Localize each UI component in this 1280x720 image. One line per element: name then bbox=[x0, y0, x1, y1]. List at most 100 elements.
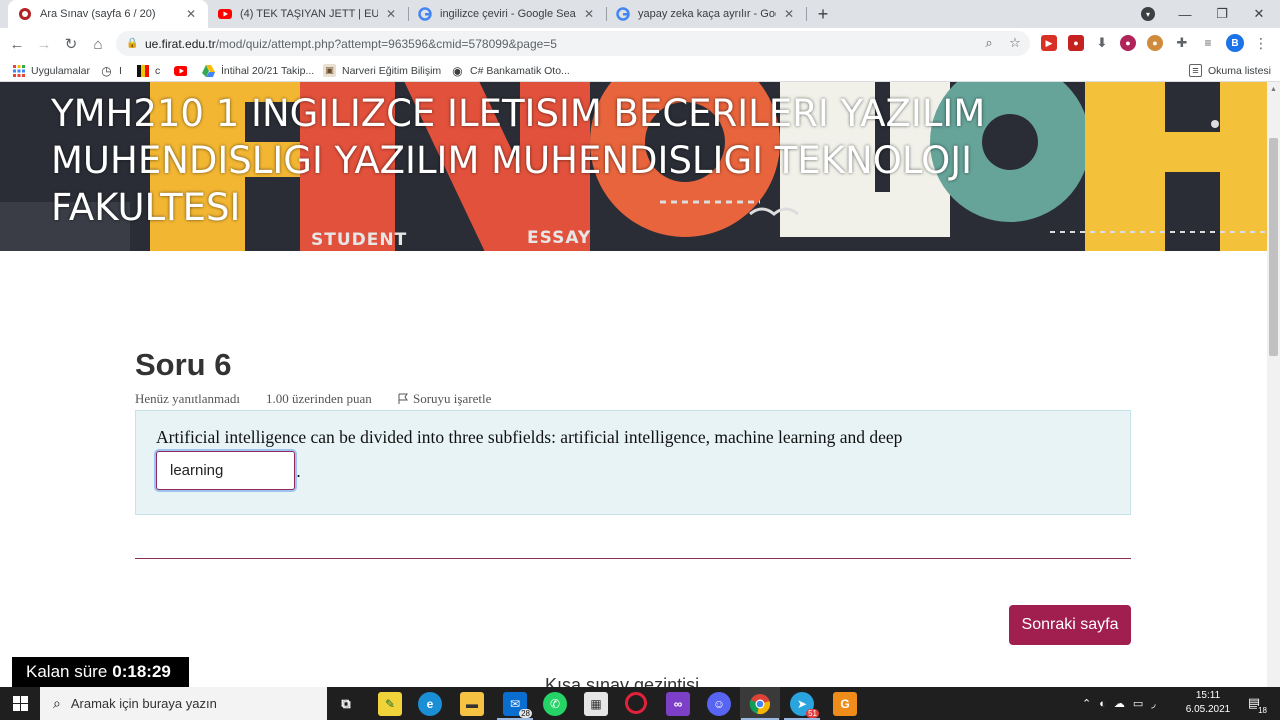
bookmark-label: I bbox=[119, 64, 122, 77]
course-title: YMH210 1 INGILIZCE ILETISIM BECERILERI Y… bbox=[51, 92, 986, 229]
scroll-up-icon[interactable]: ▲ bbox=[1267, 82, 1280, 96]
minimize-icon[interactable]: — bbox=[1167, 0, 1203, 28]
new-tab-icon[interactable]: + bbox=[813, 4, 833, 24]
reading-list-label: Okuma listesi bbox=[1208, 64, 1272, 77]
url-path: /mod/quiz/attempt.php?attempt=963596&cmi… bbox=[215, 36, 557, 51]
bookmark-label: Uygulamalar bbox=[31, 64, 90, 77]
banner-word-essay: ESSAY bbox=[527, 228, 592, 248]
reload-icon[interactable]: ↻ bbox=[60, 33, 82, 55]
whatsapp-icon[interactable]: ✆ bbox=[543, 692, 567, 716]
extension-cookie-icon[interactable]: ● bbox=[1147, 35, 1163, 51]
close-icon[interactable]: ✕ bbox=[582, 7, 596, 21]
bookmark-star-icon[interactable]: ☆ bbox=[1006, 34, 1024, 52]
bookmark-c[interactable]: c bbox=[136, 62, 160, 79]
task-view-icon[interactable]: ⧉ bbox=[334, 692, 358, 716]
clock-time: 15:11 bbox=[1195, 690, 1221, 701]
bookmark-narveri[interactable]: ▣ Narveri Eğitim Bilişim bbox=[323, 62, 441, 79]
question-title: Soru 6 bbox=[135, 347, 232, 382]
bookmark-label: C# Bankamatik Oto... bbox=[470, 64, 570, 77]
bookmark-apps[interactable]: Uygulamalar bbox=[12, 62, 90, 79]
mail-badge: 28 bbox=[519, 709, 532, 718]
zoom-icon[interactable]: ⌕ bbox=[980, 34, 998, 52]
flag-question-link[interactable]: Soruyu işaretle bbox=[398, 391, 491, 407]
apps-grid-icon bbox=[12, 64, 25, 77]
profile-avatar[interactable]: B bbox=[1226, 34, 1244, 52]
tab-google-ai[interactable]: yapay zeka kaça ayrılır - Google S ✕ bbox=[606, 0, 806, 28]
banner-word-student: STUDENT bbox=[311, 230, 408, 250]
page-content: STUDENT ESSAY YMH210 1 INGILIZCE ILETISI… bbox=[0, 82, 1267, 687]
store-icon[interactable]: ▦ bbox=[584, 692, 608, 716]
extension-record-icon[interactable]: ▶ bbox=[1041, 35, 1057, 51]
extension-shield-icon[interactable]: ● bbox=[1120, 35, 1136, 51]
visual-studio-icon[interactable]: ∞ bbox=[666, 692, 690, 716]
tab-google-translate[interactable]: ingilizce çeviri - Google Search ✕ bbox=[408, 0, 606, 28]
wifi-icon[interactable]: ◞ bbox=[1151, 697, 1155, 710]
address-bar[interactable]: 🔒 ue.firat.edu.tr/mod/quiz/attempt.php?a… bbox=[116, 31, 1030, 56]
file-explorer-icon[interactable]: ▬ bbox=[460, 692, 484, 716]
url-host: ue.firat.edu.tr bbox=[145, 36, 216, 51]
reading-list-icon: ≡ bbox=[1189, 64, 1202, 77]
next-page-button[interactable]: Sonraki sayfa bbox=[1009, 605, 1131, 645]
close-icon[interactable]: ✕ bbox=[184, 7, 198, 21]
download-icon[interactable]: ⬇ bbox=[1094, 35, 1110, 51]
window-close-icon[interactable]: ✕ bbox=[1241, 0, 1277, 28]
taskbar-search-placeholder: Aramak için buraya yazın bbox=[70, 696, 217, 711]
youtube-icon bbox=[174, 64, 187, 77]
youtube-icon bbox=[218, 7, 232, 21]
steam-icon[interactable]: ◐ bbox=[1099, 698, 1106, 710]
reading-mode-icon[interactable]: ≡ bbox=[1200, 35, 1216, 51]
battery-icon[interactable]: ▭ bbox=[1133, 697, 1143, 710]
restore-icon[interactable]: ❐ bbox=[1204, 0, 1240, 28]
notification-center-icon[interactable]: ▤ 18 bbox=[1244, 694, 1268, 715]
opera-icon[interactable] bbox=[625, 692, 647, 714]
tab-youtube[interactable]: (4) TEK TAŞIYAN JETT | EU RADIAN ✕ bbox=[208, 0, 408, 28]
forward-icon[interactable]: → bbox=[33, 33, 55, 55]
chrome-icon[interactable] bbox=[748, 692, 772, 716]
flag-icon bbox=[136, 64, 149, 77]
answer-input[interactable] bbox=[156, 451, 295, 490]
orange-app-icon[interactable]: G bbox=[833, 692, 857, 716]
bookmark-bankamatik[interactable]: ◉ C# Bankamatik Oto... bbox=[451, 62, 570, 79]
close-icon[interactable]: ✕ bbox=[384, 7, 398, 21]
cloud-icon[interactable]: ☁ bbox=[1114, 697, 1125, 710]
discord-icon[interactable]: ☺ bbox=[707, 692, 731, 716]
notification-count: 18 bbox=[1257, 706, 1268, 715]
start-button[interactable] bbox=[0, 687, 40, 720]
browser-toolbar: ← → ↻ ⌂ 🔒 ue.firat.edu.tr/mod/quiz/attem… bbox=[0, 28, 1280, 59]
system-tray: ⌃ ◐ ☁ ▭ ◞ bbox=[1082, 687, 1156, 720]
back-icon[interactable]: ← bbox=[6, 33, 28, 55]
chevron-up-icon[interactable]: ⌃ bbox=[1082, 697, 1091, 710]
reading-list[interactable]: ≡ Okuma listesi bbox=[1189, 62, 1271, 79]
home-icon[interactable]: ⌂ bbox=[87, 33, 109, 55]
edge-icon[interactable]: e bbox=[418, 692, 442, 716]
extension-adblock-icon[interactable]: ● bbox=[1068, 35, 1084, 51]
bookmark-history[interactable]: ◷ I bbox=[100, 62, 122, 79]
question-trailing-punct: . bbox=[296, 461, 302, 481]
windows-logo-icon bbox=[12, 696, 28, 711]
mail-icon[interactable]: ✉ 28 bbox=[503, 692, 532, 718]
timer-label: Kalan süre bbox=[26, 662, 108, 681]
section-divider bbox=[135, 558, 1131, 559]
bookmark-intihal[interactable]: İntihal 20/21 Takip... bbox=[202, 62, 314, 79]
page-scrollbar[interactable]: ▲ bbox=[1267, 82, 1280, 687]
telegram-icon[interactable]: ➤ 51 bbox=[790, 692, 819, 718]
paint-app-icon[interactable]: ✎ bbox=[378, 692, 402, 716]
flag-icon bbox=[398, 393, 408, 404]
tab-quiz[interactable]: Ara Sınav (sayfa 6 / 20) ✕ bbox=[8, 0, 208, 28]
flag-question-label: Soruyu işaretle bbox=[413, 391, 492, 406]
extensions-puzzle-icon[interactable]: ✚ bbox=[1174, 35, 1190, 51]
windows-taskbar: ⌕ Aramak için buraya yazın ⧉ ✎ e ▬ ✉ 28 … bbox=[0, 687, 1280, 720]
tab-search-icon[interactable]: ▾ bbox=[1141, 7, 1155, 21]
scrollbar-thumb[interactable] bbox=[1269, 138, 1278, 356]
browser-tab-strip: Ara Sınav (sayfa 6 / 20) ✕ (4) TEK TAŞIY… bbox=[0, 0, 1280, 28]
bookmarks-bar: Uygulamalar ◷ I c İntihal 20/21 Takip...… bbox=[0, 59, 1280, 82]
lock-icon: 🔒 bbox=[126, 38, 139, 49]
course-banner: STUDENT ESSAY YMH210 1 INGILIZCE ILETISI… bbox=[0, 82, 1267, 251]
menu-kebab-icon[interactable]: ⋮ bbox=[1254, 33, 1268, 53]
bookmark-label: İntihal 20/21 Takip... bbox=[221, 64, 315, 77]
bookmark-youtube[interactable] bbox=[174, 62, 193, 79]
close-icon[interactable]: ✕ bbox=[782, 7, 796, 21]
taskbar-search[interactable]: ⌕ Aramak için buraya yazın bbox=[40, 687, 327, 720]
taskbar-clock[interactable]: 15:11 6.05.2021 bbox=[1183, 689, 1233, 717]
question-box: Artificial intelligence can be divided i… bbox=[135, 410, 1131, 515]
